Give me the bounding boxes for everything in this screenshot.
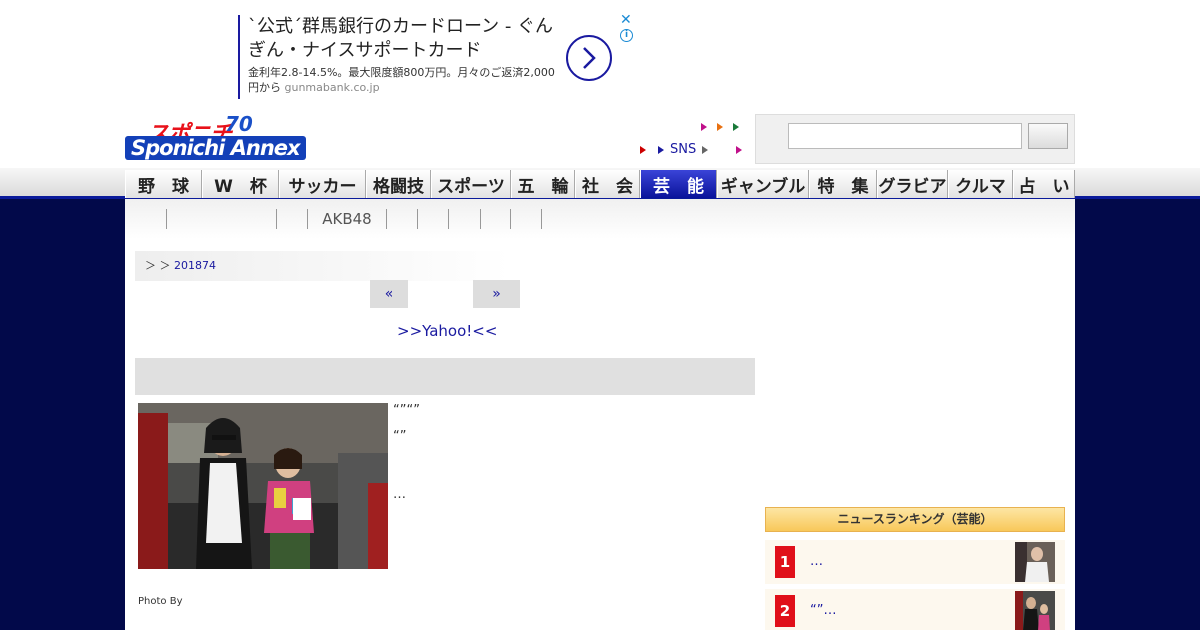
subnav-item-akb48[interactable]: AKB48 — [308, 209, 387, 229]
ranking-number: 1 — [775, 546, 795, 578]
nav-item-worldcup[interactable]: W 杯 — [202, 170, 279, 198]
arrow-icon[interactable] — [736, 145, 743, 154]
nav-item-entertainment[interactable]: 芸 能 — [640, 170, 717, 198]
article-photo-image — [138, 403, 388, 569]
sub-nav: AKB48 — [125, 199, 1075, 239]
logo-bottom-text: Sponichi Annex — [125, 136, 306, 160]
ad-description: 金利年2.8-14.5%。最大限度額800万円。月々のご返済2,000円から g… — [248, 65, 558, 95]
ranking-thumbnail-image — [1015, 591, 1055, 630]
ad-title[interactable]: `公式´群馬銀行のカードローン - ぐんぎん・ナイスサポートカード — [248, 15, 558, 63]
ranking-item[interactable]: 2 “”… — [765, 589, 1065, 630]
photo-credit: Photo By — [138, 596, 183, 607]
ranking-text[interactable]: … — [810, 554, 823, 569]
nav-item-gamble[interactable]: ギャンブル — [717, 170, 809, 198]
arrow-icon[interactable] — [717, 123, 723, 131]
article-text-line: … — [393, 487, 406, 502]
ranking-thumbnail[interactable] — [1015, 542, 1055, 582]
arrow-icon[interactable] — [733, 123, 739, 131]
search-box — [755, 114, 1075, 164]
subnav-item[interactable] — [511, 209, 542, 229]
nav-item-fighting[interactable]: 格闘技 — [366, 170, 431, 198]
main-nav: 野 球 W 杯 サッカー 格闘技 スポーツ 五 輪 社 会 芸 能 ギャンブル … — [125, 170, 1075, 198]
nav-item-fortune[interactable]: 占 い — [1013, 170, 1075, 198]
nav-item-gravure[interactable]: グラビア — [877, 170, 948, 198]
logo-anniversary: 70 — [225, 112, 253, 136]
arrow-icon[interactable] — [640, 145, 646, 154]
nav-item-baseball[interactable]: 野 球 — [125, 170, 202, 198]
header-links-row1 — [701, 123, 739, 131]
subnav-item[interactable] — [449, 209, 481, 229]
header-links-row2: SNS — [640, 142, 743, 157]
subnav-item[interactable] — [135, 209, 167, 229]
sns-link[interactable]: SNS — [670, 142, 696, 157]
ranking-thumbnail-image — [1015, 542, 1055, 582]
search-input[interactable] — [788, 123, 1022, 149]
subnav-item[interactable] — [418, 209, 449, 229]
subnav-item[interactable] — [277, 209, 308, 229]
content-area: AKB48 ＞ ＞ 201874 « » >>Yahoo!<< “”“” “” … — [125, 199, 1075, 630]
info-icon[interactable]: i — [620, 29, 633, 42]
breadcrumb-date-link[interactable]: 201874 — [174, 259, 216, 272]
arrow-icon — [658, 145, 664, 154]
subnav-item[interactable] — [481, 209, 511, 229]
ranking-number: 2 — [775, 595, 795, 627]
ranking-item[interactable]: 1 … — [765, 540, 1065, 584]
nav-item-car[interactable]: クルマ — [948, 170, 1013, 198]
site-logo[interactable]: スポニチ 70 Sponichi Annex — [125, 112, 317, 164]
breadcrumb: ＞ ＞ 201874 — [135, 251, 510, 281]
article-text-line: “” — [393, 429, 407, 444]
header-links: SNS — [640, 118, 750, 162]
chevron-right-icon — [583, 47, 596, 69]
next-page-button[interactable]: » — [473, 280, 520, 308]
nav-item-feature[interactable]: 特 集 — [809, 170, 877, 198]
subnav-item[interactable] — [167, 209, 277, 229]
article-title-bar — [135, 358, 755, 395]
search-button[interactable] — [1028, 123, 1068, 149]
yahoo-link[interactable]: >>Yahoo!<< — [397, 322, 497, 340]
ranking-text[interactable]: “”… — [810, 603, 836, 618]
nav-item-soccer[interactable]: サッカー — [279, 170, 366, 198]
ranking-header: ニュースランキング（芸能） — [765, 507, 1065, 532]
nav-item-sports[interactable]: スポーツ — [431, 170, 511, 198]
ad-domain: gunmabank.co.jp — [284, 81, 380, 94]
prev-page-button[interactable]: « — [370, 280, 408, 308]
nav-item-society[interactable]: 社 会 — [575, 170, 640, 198]
arrow-icon[interactable] — [701, 123, 707, 131]
breadcrumb-sep: ＞ — [145, 259, 156, 272]
arrow-icon — [702, 145, 709, 154]
ranking-thumbnail[interactable] — [1015, 591, 1055, 630]
ad-arrow-button[interactable] — [566, 35, 612, 81]
nav-item-olympics[interactable]: 五 輪 — [511, 170, 575, 198]
close-icon[interactable]: ✕ — [620, 12, 632, 28]
breadcrumb-sep: ＞ — [159, 259, 171, 272]
subnav-item[interactable] — [387, 209, 418, 229]
article-text-line: “”“” — [393, 403, 420, 418]
article-photo[interactable] — [138, 403, 388, 569]
ad-banner[interactable]: `公式´群馬銀行のカードローン - ぐんぎん・ナイスサポートカード 金利年2.8… — [238, 15, 638, 99]
